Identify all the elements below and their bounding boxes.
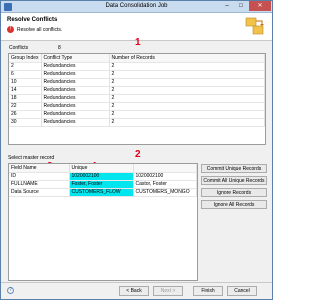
table-cell[interactable]: 1020002100 — [133, 172, 197, 181]
column-header[interactable]: Group Index — [9, 54, 42, 63]
table-cell: 2 — [109, 70, 265, 79]
ignore-records-button[interactable]: Ignore Records — [201, 188, 267, 197]
table-cell: Redundancies — [41, 102, 110, 111]
table-cell: 6 — [9, 70, 42, 79]
table-cell: 10 — [9, 78, 42, 87]
table-cell: Redundancies — [41, 94, 110, 103]
table-cell: Redundancies — [41, 62, 110, 71]
table-row[interactable]: FULLNAME Foster, Foster Castor, Foster — [9, 180, 197, 189]
column-header[interactable]: Field Name — [9, 164, 70, 173]
table-cell: 2 — [109, 86, 265, 95]
page-title: Resolve Conflicts — [7, 17, 58, 23]
conflicts-label: Conflicts — [9, 45, 29, 51]
master-cell[interactable]: Foster, Foster — [69, 180, 134, 189]
column-header[interactable]: Conflict Type — [41, 54, 110, 63]
table-cell: Redundancies — [41, 118, 110, 127]
master-cell[interactable]: 1020002100 — [69, 172, 134, 181]
table-cell: Data Source — [9, 188, 70, 197]
table-cell: ID — [9, 172, 70, 181]
table-row[interactable]: 18 Redundancies 2 — [9, 94, 265, 103]
table-cell: 2 — [109, 94, 265, 103]
table-row[interactable]: 30 Redundancies 2 — [9, 118, 265, 127]
table-cell: 2 — [109, 110, 265, 119]
title-bar: Data Consolidation Job – □ ✕ — [1, 1, 272, 13]
commit-all-unique-records-button[interactable]: Commit All Unique Records — [201, 176, 267, 185]
table-header-row: Group Index Conflict Type Number of Reco… — [9, 54, 265, 63]
wizard-banner-icon — [245, 17, 264, 35]
back-button[interactable]: < Back — [119, 286, 149, 296]
table-cell[interactable]: CUSTOMERS_MONGO — [133, 188, 197, 197]
table-cell: 2 — [109, 102, 265, 111]
table-cell: 2 — [9, 62, 42, 71]
table-row[interactable]: 10 Redundancies 2 — [9, 78, 265, 87]
table-cell: 26 — [9, 110, 42, 119]
table-cell: Redundancies — [41, 86, 110, 95]
error-icon: ! — [7, 26, 14, 33]
master-record-table[interactable]: Field Name Unique ID 1020002100 1020002100… — [8, 163, 198, 281]
table-cell: 22 — [9, 102, 42, 111]
next-button[interactable]: Next > — [153, 286, 183, 296]
table-row[interactable]: 26 Redundancies 2 — [9, 110, 265, 119]
maximize-button[interactable]: □ — [234, 1, 248, 11]
table-cell: 2 — [109, 62, 265, 71]
ignore-all-records-button[interactable]: Ignore All Records — [201, 200, 267, 209]
column-header[interactable]: Unique — [69, 164, 134, 173]
table-cell: 14 — [9, 86, 42, 95]
table-row[interactable]: 6 Redundancies 2 — [9, 70, 265, 79]
callout-1: 1 — [135, 37, 141, 48]
column-header[interactable]: Number of Records — [109, 54, 265, 63]
help-icon[interactable]: ? — [7, 287, 14, 294]
master-cell[interactable]: CUSTOMERS_FLOW — [69, 188, 134, 197]
column-header[interactable] — [133, 164, 197, 173]
conflicts-count: 8 — [58, 45, 61, 51]
table-cell: 2 — [109, 78, 265, 87]
table-row[interactable]: Data Source CUSTOMERS_FLOW CUSTOMERS_MONGO — [9, 188, 197, 197]
minimize-button[interactable]: – — [220, 1, 234, 11]
table-row[interactable]: 2 Redundancies 2 — [9, 62, 265, 71]
commit-unique-records-button[interactable]: Commit Unique Records — [201, 164, 267, 173]
table-header-row: Field Name Unique — [9, 164, 197, 173]
table-cell: Redundancies — [41, 110, 110, 119]
finish-button[interactable]: Finish — [193, 286, 223, 296]
table-cell: 18 — [9, 94, 42, 103]
dialog-window: Data Consolidation Job – □ ✕ Resolve Con… — [0, 0, 273, 300]
table-cell[interactable]: Castor, Foster — [133, 180, 197, 189]
table-cell: Redundancies — [41, 70, 110, 79]
table-cell: Redundancies — [41, 78, 110, 87]
error-message: Resolve all conflicts. — [17, 27, 63, 33]
close-button[interactable]: ✕ — [249, 1, 271, 11]
callout-2: 2 — [135, 149, 141, 160]
footer-divider — [1, 282, 272, 283]
table-row[interactable]: 22 Redundancies 2 — [9, 102, 265, 111]
table-cell: 2 — [109, 118, 265, 127]
table-cell: FULLNAME — [9, 180, 70, 189]
table-row[interactable]: ID 1020002100 1020002100 — [9, 172, 197, 181]
table-row[interactable]: 14 Redundancies 2 — [9, 86, 265, 95]
cancel-button[interactable]: Cancel — [227, 286, 257, 296]
conflicts-table[interactable]: Group Index Conflict Type Number of Reco… — [8, 53, 266, 145]
table-cell: 30 — [9, 118, 42, 127]
